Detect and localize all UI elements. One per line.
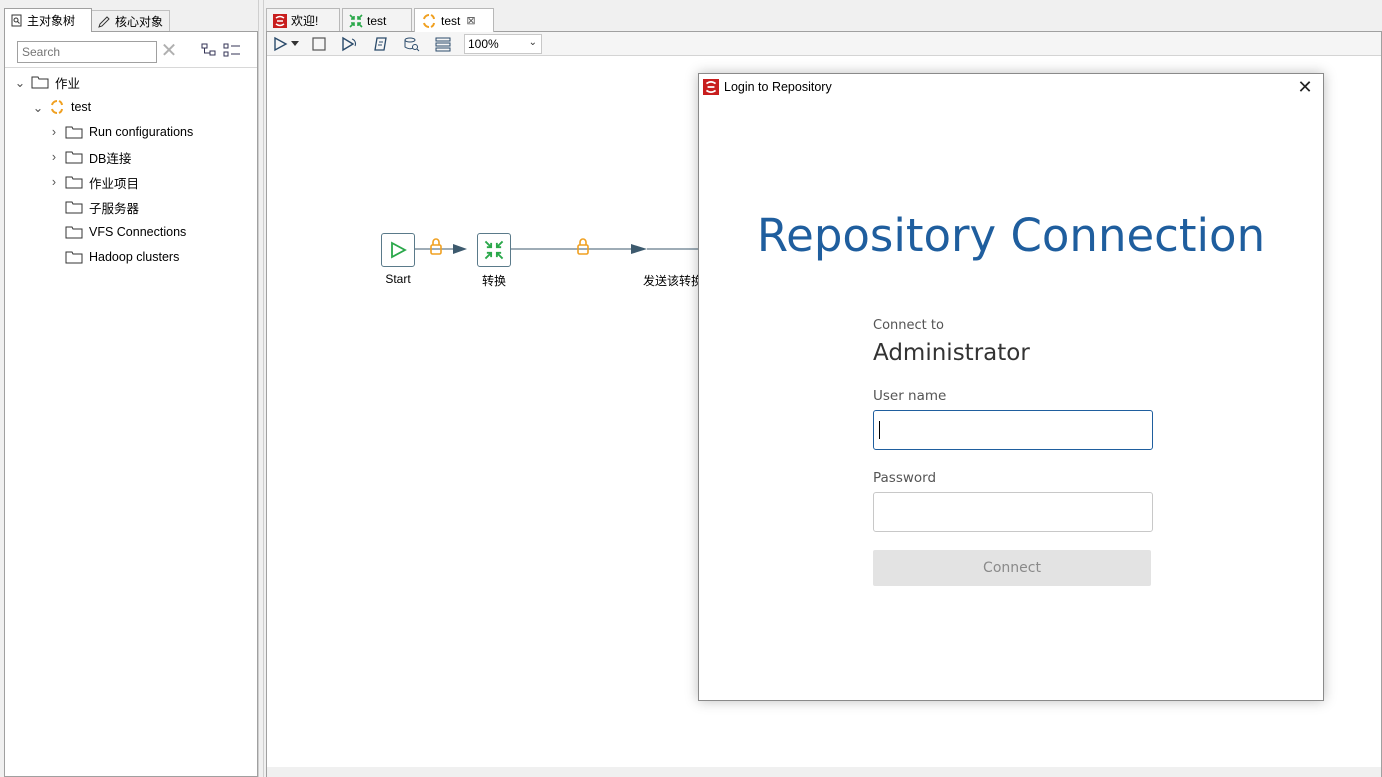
node-start-label: Start [385, 272, 411, 286]
layers-icon [435, 37, 451, 52]
dialog-heading: Repository Connection [756, 209, 1266, 262]
login-dialog: Login to Repository ✕ Repository Connect… [698, 73, 1324, 701]
tab-welcome[interactable]: 欢迎! [266, 8, 340, 32]
horizontal-scrollbar[interactable] [267, 767, 1381, 777]
tree-item-slave-servers[interactable]: 子服务器 [47, 197, 139, 217]
connect-to-label: Connect to [873, 318, 944, 333]
password-label: Password [873, 470, 937, 486]
spoon-icon [703, 79, 719, 95]
dialog-titlebar: Login to Repository [699, 74, 1323, 100]
play-icon [274, 36, 288, 52]
tree-item-label: test [71, 100, 92, 114]
username-label: User name [873, 388, 947, 404]
connect-button[interactable]: Connect [873, 550, 1151, 586]
tab-label: test [441, 13, 461, 28]
folder-icon [65, 125, 83, 139]
start-play-icon [391, 241, 407, 259]
username-input[interactable] [873, 410, 1153, 450]
db-search-icon [404, 37, 420, 52]
job-icon [49, 99, 65, 115]
zoom-select[interactable]: 100% ⌄ [464, 34, 542, 54]
tree-item-run-configurations[interactable]: › Run configurations [47, 122, 193, 142]
search-input[interactable] [17, 41, 157, 63]
explore-db-button[interactable] [402, 35, 422, 53]
tree-item-jobs[interactable]: ⌄ 作业 [13, 72, 80, 92]
divider [5, 67, 257, 68]
tree-item-label: 子服务器 [89, 201, 140, 216]
run-button[interactable] [270, 35, 290, 53]
tree-item-hadoop-clusters[interactable]: Hadoop clusters [47, 247, 179, 267]
collapse-tree-icon[interactable] [223, 43, 241, 57]
replay-icon [342, 36, 356, 52]
clear-search-icon[interactable]: ✕ [159, 40, 179, 62]
tab-test-transformation[interactable]: test [342, 8, 412, 32]
tree-item-vfs-connections[interactable]: VFS Connections [47, 222, 186, 242]
run-options-dropdown[interactable] [289, 35, 301, 53]
panel-splitter[interactable] [258, 0, 264, 777]
folder-icon [65, 175, 83, 189]
folder-icon [65, 225, 83, 239]
script-icon [374, 37, 387, 51]
left-panel: 主对象树 核心对象 ✕ ⌄ 作业 ⌄ test › Run configurat… [0, 0, 258, 777]
chevron-right-icon[interactable]: › [47, 175, 61, 189]
tree-item-job-entries[interactable]: › 作业项目 [47, 172, 139, 192]
close-dialog-button[interactable]: ✕ [1295, 77, 1315, 97]
tree-item-test-job[interactable]: ⌄ test [31, 97, 91, 117]
folder-icon [65, 150, 83, 164]
pencil-icon [98, 15, 110, 28]
tree-item-label: 作业 [55, 76, 81, 91]
connect-to-value: Administrator [873, 340, 1030, 366]
close-tab-icon[interactable]: ⊠ [466, 14, 475, 27]
tree-item-label: VFS Connections [89, 225, 187, 239]
check-job-button[interactable] [371, 35, 391, 53]
text-caret [879, 421, 880, 439]
tab-main-object-tree[interactable]: 主对象树 [4, 8, 92, 32]
transformation-icon [349, 13, 363, 28]
editor-tab-bar: 欢迎! test test ⊠ [264, 8, 1382, 32]
lock-icon [577, 238, 589, 255]
chevron-down-icon [291, 41, 299, 46]
folder-icon [31, 75, 49, 89]
spoon-icon [273, 13, 287, 28]
stop-icon [312, 37, 326, 51]
object-tree-panel: ✕ ⌄ 作业 ⌄ test › Run configurations › DB连… [4, 31, 258, 777]
tab-label: 核心对象 [115, 15, 164, 29]
tab-label: test [367, 13, 387, 28]
chevron-right-icon[interactable]: › [47, 150, 61, 164]
tab-label: 主对象树 [27, 14, 76, 28]
node-transformation[interactable] [477, 233, 511, 267]
job-toolbar: 100% ⌄ [267, 32, 1381, 56]
job-icon [423, 13, 435, 28]
tree-item-label: Hadoop clusters [89, 250, 180, 264]
zoom-value: 100% [468, 37, 499, 51]
tree-item-label: DB连接 [89, 151, 132, 166]
object-tree-icon [11, 14, 22, 27]
replay-button[interactable] [339, 35, 359, 53]
left-tab-bar: 主对象树 核心对象 [4, 8, 258, 32]
lock-icon [430, 238, 442, 255]
password-input[interactable] [873, 492, 1153, 532]
dialog-title: Login to Repository [724, 80, 832, 94]
chevron-right-icon[interactable]: › [47, 125, 61, 139]
folder-icon [65, 200, 83, 214]
show-results-button[interactable] [433, 35, 453, 53]
node-transformation-label: 转换 [481, 274, 506, 288]
tab-core-objects[interactable]: 核心对象 [90, 10, 170, 32]
chevron-down-icon: ⌄ [528, 37, 537, 48]
expand-tree-icon[interactable] [201, 43, 217, 57]
stop-button[interactable] [309, 35, 329, 53]
chevron-down-icon[interactable]: ⌄ [31, 100, 45, 115]
transformation-icon [484, 240, 504, 260]
node-start[interactable] [381, 233, 415, 267]
folder-icon [65, 250, 83, 264]
tree-item-label: 作业项目 [89, 176, 140, 191]
tree-item-db-connections[interactable]: › DB连接 [47, 147, 131, 167]
chevron-down-icon[interactable]: ⌄ [13, 75, 27, 90]
tab-label: 欢迎! [291, 14, 319, 28]
tab-test-job[interactable]: test ⊠ [414, 8, 494, 32]
tree-item-label: Run configurations [89, 125, 194, 139]
